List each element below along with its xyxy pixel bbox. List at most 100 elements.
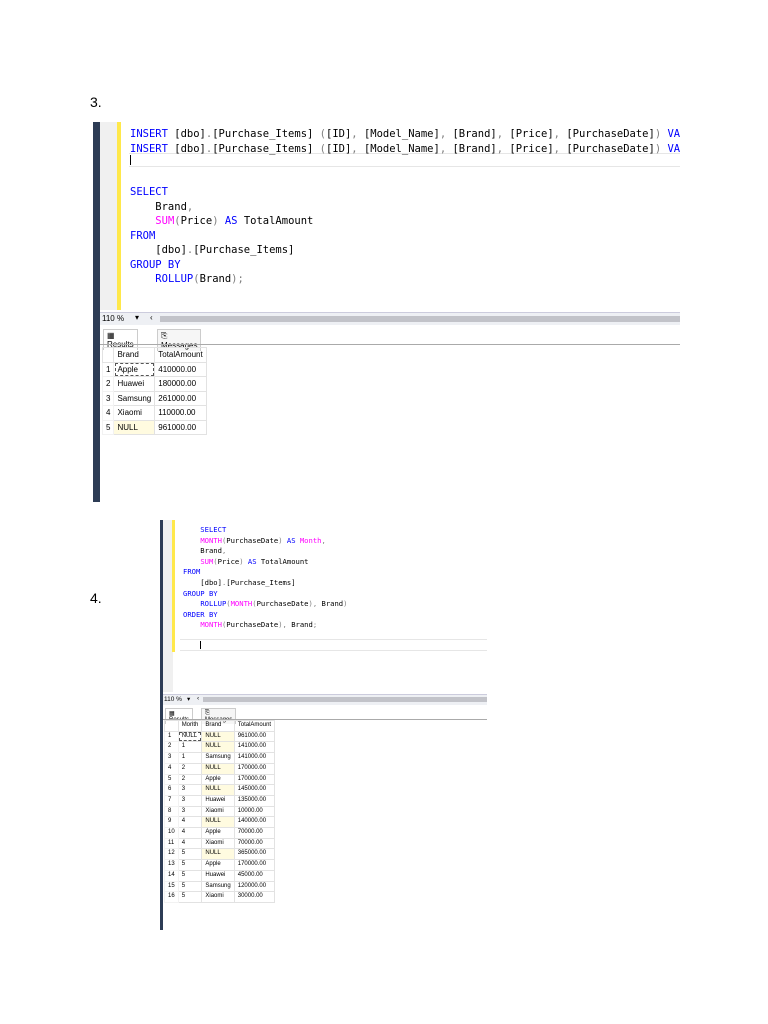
table-row[interactable]: 7 3 Huawei 135000.00: [164, 794, 276, 807]
scroll-left-icon[interactable]: ‹: [150, 313, 153, 322]
table-row[interactable]: 1 Apple 410000.00: [101, 361, 207, 377]
grid-cell[interactable]: 10000.00: [233, 805, 276, 818]
grid-cell[interactable]: Samsung: [201, 880, 235, 893]
table-row[interactable]: 8 3 Xiaomi 10000.00: [164, 805, 276, 818]
code-line: INSERT [dbo].[Purchase_Items] ([ID], [Mo…: [130, 127, 680, 142]
table-row[interactable]: 3 Samsung 261000.00: [101, 390, 207, 406]
grid-cell[interactable]: Samsung: [201, 752, 235, 764]
grid-cell[interactable]: Xiaomi: [201, 805, 235, 818]
zoom-dropdown[interactable]: 110 %: [102, 314, 124, 323]
grid-cell[interactable]: 141000.00: [233, 741, 276, 754]
code-line: SUM(Price) AS TotalAmount: [130, 214, 680, 229]
grid-cell[interactable]: NULL: [201, 784, 235, 796]
grid-cell[interactable]: 110000.00: [154, 405, 207, 421]
grid-cell[interactable]: Huawei: [201, 869, 235, 882]
grid-cell[interactable]: 170000.00: [233, 859, 276, 871]
grid-cell[interactable]: 3: [177, 794, 203, 807]
grid-cell[interactable]: 70000.00: [233, 827, 276, 839]
column-header[interactable]: TotalAmount: [154, 347, 207, 363]
column-header[interactable]: Brand: [201, 720, 235, 732]
table-row[interactable]: 9 4 NULL 140000.00: [164, 816, 276, 829]
grid-cell[interactable]: 170000.00: [233, 762, 276, 775]
grid-cell[interactable]: NULL: [201, 816, 235, 829]
grid-cell[interactable]: 30000.00: [233, 891, 276, 903]
grid-cell[interactable]: NULL: [201, 741, 235, 754]
table-row[interactable]: 12 5 NULL 365000.00: [164, 848, 276, 861]
zoom-dropdown[interactable]: 110 %: [164, 696, 182, 703]
table-row[interactable]: 15 5 Samsung 120000.00: [164, 880, 276, 893]
grid-cell[interactable]: Samsung: [113, 390, 156, 406]
table-row[interactable]: 1 NULL NULL 961000.00: [164, 730, 276, 743]
grid-cell[interactable]: 5: [177, 859, 203, 871]
chevron-down-icon[interactable]: ▾: [187, 695, 190, 703]
grid-cell[interactable]: Apple: [201, 773, 235, 786]
grid-cell[interactable]: 2: [177, 762, 203, 775]
grid-cell[interactable]: 3: [177, 805, 203, 818]
grid-cell[interactable]: Apple: [201, 859, 235, 871]
horizontal-scrollbar[interactable]: [160, 316, 680, 322]
table-row[interactable]: 2 Huawei 180000.00: [101, 376, 207, 392]
grid-cell[interactable]: 365000.00: [233, 848, 276, 861]
scroll-left-icon[interactable]: ‹: [197, 695, 199, 702]
grid-cell[interactable]: 45000.00: [233, 869, 276, 882]
grid-cell[interactable]: 120000.00: [233, 880, 276, 893]
table-row[interactable]: 4 Xiaomi 110000.00: [101, 405, 207, 421]
grid-cell[interactable]: 261000.00: [154, 390, 207, 406]
table-row[interactable]: 13 5 Apple 170000.00: [164, 859, 276, 871]
table-row[interactable]: 6 3 NULL 145000.00: [164, 784, 276, 796]
table-row[interactable]: 5 NULL 961000.00: [101, 419, 207, 435]
sql-editor[interactable]: SELECT MONTH(PurchaseDate) AS Month, Bra…: [183, 525, 347, 631]
grid-cell[interactable]: Xiaomi: [201, 837, 235, 850]
horizontal-scrollbar[interactable]: [203, 697, 487, 702]
column-header[interactable]: Month: [177, 720, 203, 732]
grid-cell[interactable]: 5: [177, 848, 203, 861]
table-row[interactable]: 11 4 Xiaomi 70000.00: [164, 837, 276, 850]
results-grid[interactable]: Month Brand TotalAmount 1 NULL NULL 961000.00 2…: [164, 720, 276, 903]
grid-cell[interactable]: 4: [177, 837, 203, 850]
grid-cell[interactable]: Huawei: [113, 376, 156, 392]
grid-cell[interactable]: 5: [177, 880, 203, 893]
grid-cell[interactable]: 5: [177, 891, 203, 903]
grid-cell[interactable]: 141000.00: [233, 752, 276, 764]
sql-editor[interactable]: INSERT [dbo].[Purchase_Items] ([ID], [Mo…: [130, 127, 680, 287]
grid-cell[interactable]: Huawei: [201, 794, 235, 807]
column-header[interactable]: Brand: [113, 347, 156, 363]
grid-cell[interactable]: 140000.00: [233, 816, 276, 829]
grid-cell[interactable]: 961000.00: [154, 419, 207, 435]
grid-cell[interactable]: Apple: [113, 361, 156, 377]
grid-cell[interactable]: 5: [177, 869, 203, 882]
chevron-down-icon[interactable]: ▾: [135, 313, 139, 322]
grid-cell[interactable]: 4: [177, 827, 203, 839]
results-grid[interactable]: Brand TotalAmount 1 Apple 410000.00 2 Huawei 18…: [101, 347, 207, 435]
table-row[interactable]: 16 5 Xiaomi 30000.00: [164, 891, 276, 903]
grid-cell[interactable]: 1: [177, 741, 203, 754]
grid-cell[interactable]: NULL: [201, 848, 235, 861]
table-row[interactable]: 14 5 Huawei 45000.00: [164, 869, 276, 882]
grid-cell[interactable]: 4: [177, 816, 203, 829]
table-row[interactable]: 2 1 NULL 141000.00: [164, 741, 276, 754]
grid-cell[interactable]: 410000.00: [154, 361, 207, 377]
table-row[interactable]: 4 2 NULL 170000.00: [164, 762, 276, 775]
grid-cell[interactable]: 1: [177, 752, 203, 764]
grid-cell[interactable]: 3: [177, 784, 203, 796]
grid-cell[interactable]: 70000.00: [233, 837, 276, 850]
table-row[interactable]: 5 2 Apple 170000.00: [164, 773, 276, 786]
grid-cell[interactable]: 961000.00: [233, 730, 276, 743]
grid-cell[interactable]: 145000.00: [233, 784, 276, 796]
grid-cell[interactable]: 135000.00: [233, 794, 276, 807]
table-row[interactable]: 10 4 Apple 70000.00: [164, 827, 276, 839]
code-token: ROLLUP: [155, 273, 194, 285]
grid-cell[interactable]: 170000.00: [233, 773, 276, 786]
grid-cell[interactable]: NULL: [177, 730, 203, 743]
grid-cell[interactable]: NULL: [201, 730, 235, 743]
grid-cell[interactable]: NULL: [201, 762, 235, 775]
grid-cell[interactable]: NULL: [113, 419, 156, 435]
grid-cell[interactable]: Xiaomi: [113, 405, 156, 421]
grid-cell[interactable]: Apple: [201, 827, 235, 839]
grid-cell[interactable]: 180000.00: [154, 376, 207, 392]
column-header[interactable]: TotalAmount: [233, 720, 276, 732]
grid-cell[interactable]: 2: [177, 773, 203, 786]
table-row[interactable]: 3 1 Samsung 141000.00: [164, 752, 276, 764]
code-token: [Purchase_Items]: [212, 128, 320, 140]
grid-cell[interactable]: Xiaomi: [201, 891, 235, 903]
